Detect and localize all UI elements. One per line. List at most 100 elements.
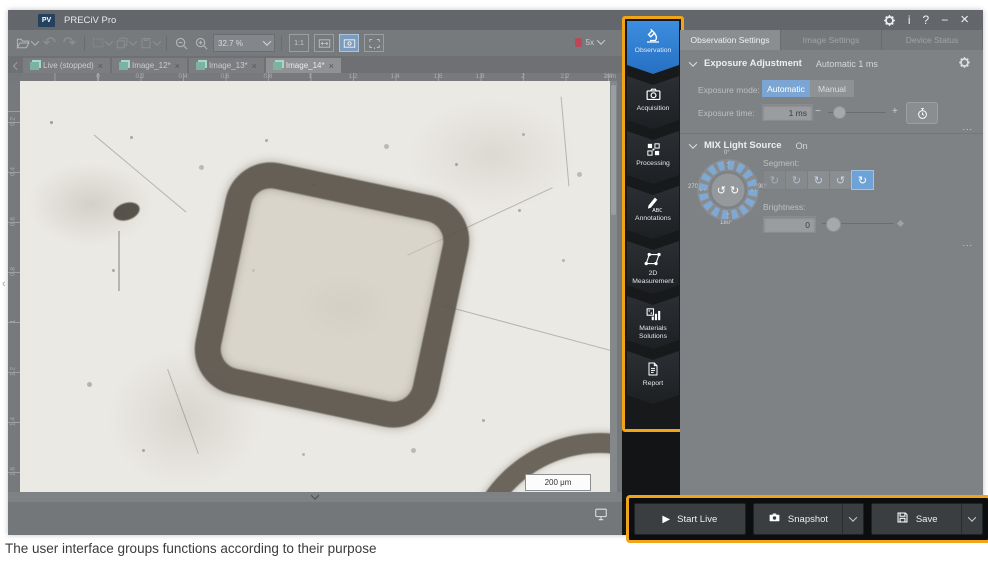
open-file-button[interactable] [16,34,40,53]
ruler-tick-label: 1.6 [9,466,17,477]
select-region-dropdown-icon[interactable] [104,37,114,46]
select-region-button[interactable] [91,34,114,53]
brightness-slider-handle[interactable] [826,217,841,232]
brightness-input[interactable]: 0 [763,216,816,233]
exposure-decrease-button[interactable]: − [815,106,821,117]
display-output-icon[interactable] [594,507,608,521]
tab-live[interactable]: Live (stopped) × [23,58,110,73]
exposure-more-button[interactable]: ... [962,122,973,132]
segment-button-2[interactable]: ↻ [785,170,808,190]
tab-label: Image_14* [285,61,325,70]
segment-icon: ↻ [791,173,802,187]
zoom-level-dropdown-icon[interactable] [262,37,272,46]
sidebar-item-annotations[interactable]: ABC Annotations [627,186,679,239]
exposure-time-input[interactable]: 1 ms [762,104,813,121]
horizontal-scrollbar[interactable] [8,491,622,502]
info-icon[interactable]: i [908,10,911,30]
snapshot-dropdown[interactable] [842,504,863,534]
collapse-left-icon[interactable]: ‹ [2,278,6,290]
mix-more-button[interactable]: ... [962,238,973,248]
image-scratch [443,305,610,358]
tab-close-icon[interactable]: × [175,61,180,70]
ruler-tick-label: 1.4 [9,416,17,427]
segment-icon: ↻ [813,173,824,187]
settings-gear-icon[interactable] [883,14,896,27]
rotate-ccw-icon[interactable]: ↺ [717,184,726,197]
copy-dropdown-icon[interactable] [128,37,138,46]
segment-button-1[interactable]: ↻ [763,170,786,190]
sidebar-item-observation[interactable]: Observation [627,21,679,74]
sidebar-item-report[interactable]: Report [627,351,679,404]
minimize-icon[interactable]: − [941,10,948,30]
paste-button[interactable] [139,34,162,53]
tab-image-12[interactable]: Image_12* × [111,58,187,73]
microscopy-image: 200 μm [20,81,610,492]
zoom-in-button[interactable] [193,34,210,53]
objective-dropdown-icon[interactable] [596,36,606,45]
fit-to-screen-button[interactable] [339,34,359,52]
save-icon [896,511,909,527]
materials-chart-icon [645,305,662,323]
ruler-tick-label: 1 [308,73,312,80]
exposure-timer-button[interactable] [906,102,938,124]
exposure-increase-button[interactable]: + [892,106,898,117]
undo-button[interactable]: ↶ [41,34,58,53]
image-thumb-icon [118,61,128,70]
tab-close-icon[interactable]: × [252,61,257,70]
vertical-scrollbar[interactable] [610,81,617,492]
tab-close-icon[interactable]: × [98,61,103,70]
sidebar-item-label: 2D Measurement [632,270,674,285]
viewer-status-strip [8,502,622,535]
close-icon[interactable]: × [960,10,969,30]
zoom-out-button[interactable] [173,34,190,53]
objective-label: 5x [585,37,594,47]
ruler-tick-label: 1 [9,319,17,324]
exposure-mode-manual-button[interactable]: Manual [810,80,854,97]
tab-scroll-left-icon[interactable] [12,61,22,71]
tab-device-status[interactable]: Device Status [882,30,983,50]
sidebar-item-materials-solutions[interactable]: Materials Solutions [627,296,679,349]
rotate-cw-icon[interactable]: ↻ [730,184,739,197]
open-file-dropdown-icon[interactable] [30,37,40,46]
exposure-gear-icon[interactable] [958,56,971,69]
image-thumb-icon [272,61,282,70]
mix-section-header[interactable]: MIX Light Source On [688,139,808,151]
snapshot-button[interactable]: Snapshot [752,503,865,535]
tab-image-13[interactable]: Image_13* × [188,58,264,73]
copy-button[interactable] [115,34,138,53]
save-dropdown[interactable] [961,504,982,534]
sidebar-item-processing[interactable]: Processing [627,131,679,184]
scrollbar-handle[interactable] [611,85,616,215]
collapse-section-icon[interactable] [688,57,698,67]
exposure-section-header[interactable]: Exposure Adjustment Automatic 1 ms [688,57,878,69]
tab-observation-settings[interactable]: Observation Settings [680,30,781,50]
fullscreen-button[interactable] [364,34,384,52]
segment-button-3[interactable]: ↻ [807,170,830,190]
help-icon[interactable]: ? [923,10,930,30]
save-button[interactable]: Save [871,503,984,535]
ruler-tick-label: 0.2 [135,73,145,80]
redo-button[interactable]: ↷ [61,34,78,53]
paste-dropdown-icon[interactable] [152,37,162,46]
mix-ring-control[interactable]: 0° 90° 180° 270° ↺ ↻ [688,150,767,228]
segment-button-all[interactable]: ↻ [851,170,874,190]
exposure-slider-handle[interactable] [833,106,846,119]
sidebar-item-acquisition[interactable]: Acquisition [627,76,679,129]
exposure-mode-automatic-button[interactable]: Automatic [762,80,810,97]
collapse-bottom-icon[interactable] [310,491,320,500]
toolbar-separator [281,35,282,51]
fit-width-button[interactable] [314,34,334,52]
sidebar-item-2d-measurement[interactable]: 2D Measurement [627,241,679,294]
tab-image-settings[interactable]: Image Settings [781,30,882,50]
collapse-section-icon[interactable] [688,139,698,149]
tab-close-icon[interactable]: × [329,61,334,70]
objective-selector[interactable]: 5x [574,33,606,51]
segment-button-4[interactable]: ↺ [829,170,852,190]
ruler-tick-label: 0 [96,73,100,80]
start-live-button[interactable]: ▶ Start Live [634,503,746,535]
start-live-label: Start Live [677,513,718,525]
main-toolbar: ↶ ↷ 32.7 % 1:1 5x [8,30,622,56]
actual-size-button[interactable]: 1:1 [289,34,309,52]
tab-image-14[interactable]: Image_14* × [265,58,341,73]
zoom-level-combobox[interactable]: 32.7 % [213,34,275,52]
